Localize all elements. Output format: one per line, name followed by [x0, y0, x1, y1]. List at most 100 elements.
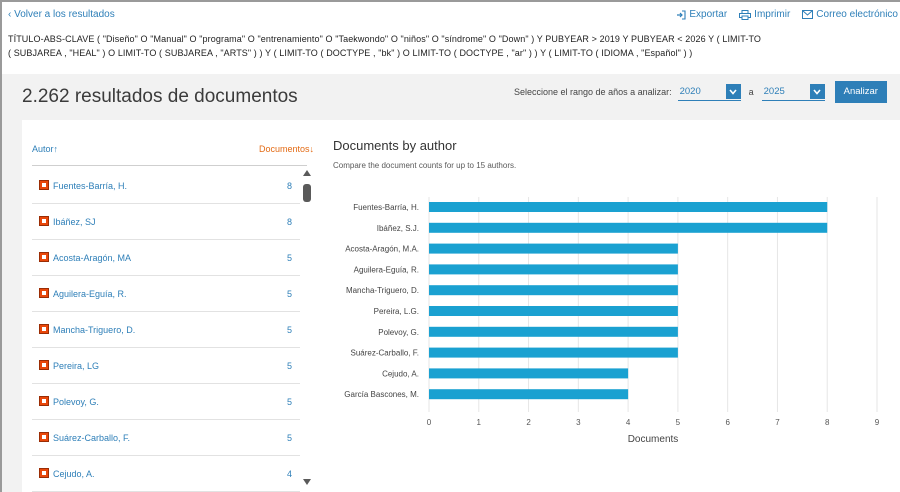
author-link[interactable]: Acosta-Aragón, MA [53, 253, 131, 263]
list-item: Suárez-Carballo, F. 5 [32, 420, 300, 456]
author-link[interactable]: Mancha-Triguero, D. [53, 325, 135, 335]
bar [429, 222, 828, 233]
year-range-label: Seleccione el rango de años a analizar: [514, 87, 672, 97]
y-category-label: García Bascones, M. [344, 390, 419, 399]
export-label: Exportar [689, 9, 728, 20]
author-checkbox[interactable] [39, 216, 49, 226]
x-tick-label: 0 [427, 418, 432, 427]
x-tick-label: 3 [576, 418, 581, 427]
chart-subtitle: Compare the document counts for up to 15… [333, 161, 517, 170]
bar [429, 389, 629, 400]
sort-down-arrow-icon: ↓ [309, 144, 315, 154]
sort-by-documents-header[interactable]: Documentos↓ [259, 144, 314, 154]
y-category-label: Acosta-Aragón, M.A. [345, 245, 419, 254]
list-divider [32, 165, 307, 166]
bar [429, 368, 629, 379]
year-range-selector: Seleccione el rango de años a analizar: … [514, 81, 887, 103]
chart-title: Documents by author [333, 138, 457, 153]
author-checkbox[interactable] [39, 252, 49, 262]
x-tick-label: 5 [676, 418, 681, 427]
list-item: Fuentes-Barría, H. 8 [32, 168, 300, 204]
documents-by-author-chart: 0 1 2 3 4 5 6 7 8 9 Fuentes-Barría, H. Ibáñez, S.J.… [344, 197, 880, 445]
author-checkbox[interactable] [39, 180, 49, 190]
author-checkbox[interactable] [39, 432, 49, 442]
author-link[interactable]: Polevoy, G. [53, 397, 99, 407]
x-tick-label: 6 [725, 418, 730, 427]
year-to-value: 2025 [763, 86, 785, 97]
analysis-panel: Autor↑ Documentos↓ Fuentes-Barría, H. 8 … [22, 120, 900, 492]
author-list-header: Autor↑ Documentos↓ [32, 144, 314, 158]
author-list: Autor↑ Documentos↓ Fuentes-Barría, H. 8 … [22, 120, 324, 492]
author-link[interactable]: Ibáñez, SJ [53, 217, 96, 227]
author-checkbox[interactable] [39, 360, 49, 370]
x-tick-label: 1 [477, 418, 482, 427]
x-tick-label: 9 [875, 418, 880, 427]
author-document-count[interactable]: 5 [287, 397, 292, 407]
author-document-count[interactable]: 5 [287, 325, 292, 335]
y-category-label: Mancha-Triguero, D. [346, 286, 419, 295]
x-tick-label: 8 [825, 418, 830, 427]
bar [429, 347, 678, 358]
email-label: Correo electrónico [816, 9, 898, 20]
author-document-count[interactable]: 5 [287, 361, 292, 371]
author-link[interactable]: Fuentes-Barría, H. [53, 181, 127, 191]
back-link-label: Volver a los resultados [14, 9, 115, 20]
author-document-count[interactable]: 5 [287, 433, 292, 443]
x-axis-title: Documents [628, 434, 679, 445]
author-document-count[interactable]: 8 [287, 181, 292, 191]
scrollbar-thumb[interactable] [303, 184, 311, 202]
list-scrollbar[interactable] [303, 170, 312, 485]
list-item: Ibáñez, SJ 8 [32, 204, 300, 240]
year-from-dropdown-button[interactable] [725, 84, 741, 99]
author-header-label: Autor [32, 144, 54, 154]
search-query-line-1: TÍTULO-ABS-CLAVE ( "Diseño" O "Manual" O… [8, 34, 761, 44]
author-document-count[interactable]: 4 [287, 469, 292, 479]
list-item: Acosta-Aragón, MA 5 [32, 240, 300, 276]
analyze-button[interactable]: Analizar [834, 81, 887, 103]
author-checkbox[interactable] [39, 396, 49, 406]
list-item: Polevoy, G. 5 [32, 384, 300, 420]
author-checkbox[interactable] [39, 324, 49, 334]
scroll-up-arrow-icon[interactable] [303, 170, 311, 176]
print-label: Imprimir [754, 9, 791, 20]
author-link[interactable]: Aguilera-Eguía, R. [53, 289, 127, 299]
list-item: Mancha-Triguero, D. 5 [32, 312, 300, 348]
author-link[interactable]: Pereira, LG [53, 361, 99, 371]
bar [429, 243, 678, 254]
y-category-label: Aguilera-Eguía, R. [354, 265, 419, 274]
email-button[interactable]: Correo electrónico [802, 9, 898, 20]
year-to-select[interactable]: 2025 [761, 83, 825, 101]
print-button[interactable]: Imprimir [739, 9, 790, 20]
bar [429, 202, 828, 212]
chevron-down-icon [813, 88, 821, 95]
sort-up-arrow-icon: ↑ [53, 144, 59, 154]
x-tick-label: 7 [775, 418, 780, 427]
printer-icon [739, 9, 752, 20]
y-category-label: Polevoy, G. [378, 328, 419, 337]
author-link[interactable]: Suárez-Carballo, F. [53, 433, 130, 443]
author-link[interactable]: Cejudo, A. [53, 469, 95, 479]
author-checkbox[interactable] [39, 468, 49, 478]
export-button[interactable]: Exportar [676, 9, 727, 20]
author-checkbox[interactable] [39, 288, 49, 298]
list-item: Aguilera-Eguía, R. 5 [32, 276, 300, 312]
sort-by-author-header[interactable]: Autor↑ [32, 144, 58, 154]
x-tick-label: 2 [526, 418, 531, 427]
author-document-count[interactable]: 8 [287, 217, 292, 227]
scroll-down-arrow-icon[interactable] [303, 479, 311, 485]
results-count-title: 2.262 resultados de documentos [22, 86, 298, 107]
list-item: Pereira, LG 5 [32, 348, 300, 384]
export-icon [677, 9, 686, 20]
top-bar: ‹ Volver a los resultados Exportar Impri… [8, 9, 898, 23]
year-from-select[interactable]: 2020 [677, 83, 741, 101]
y-category-label: Fuentes-Barría, H. [353, 203, 419, 212]
bar [429, 264, 678, 275]
y-category-label: Ibáñez, S.J. [377, 224, 419, 233]
search-query-line-2: ( SUBJAREA , "HEAL" ) O LIMIT-TO ( SUBJA… [8, 48, 693, 58]
year-to-dropdown-button[interactable] [809, 84, 825, 99]
author-document-count[interactable]: 5 [287, 253, 292, 263]
back-to-results-link[interactable]: ‹ Volver a los resultados [8, 9, 115, 20]
author-document-count[interactable]: 5 [287, 289, 292, 299]
bar [429, 326, 678, 337]
email-icon [802, 10, 814, 19]
